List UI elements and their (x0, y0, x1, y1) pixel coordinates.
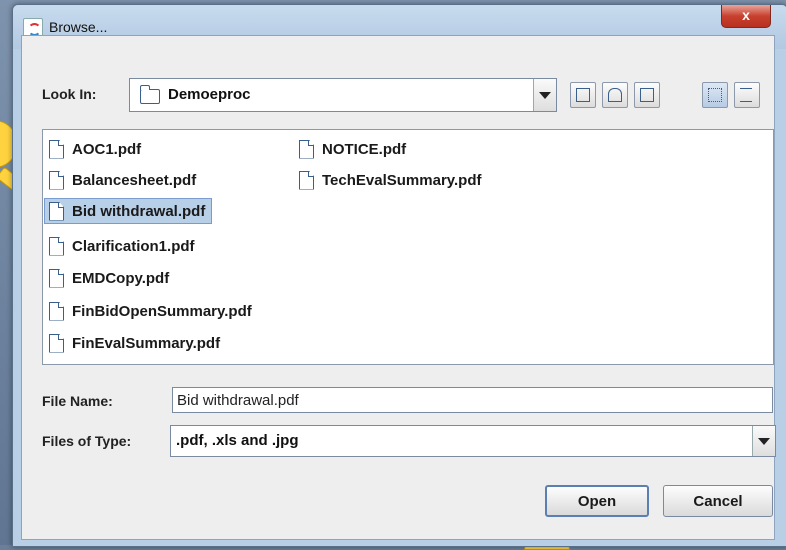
details-view-button[interactable] (734, 82, 760, 108)
look-in-combo[interactable]: Demoeproc (129, 78, 557, 112)
home-button[interactable] (602, 82, 628, 108)
file-icon (49, 301, 64, 321)
look-in-label: Look In: (42, 86, 97, 102)
list-item[interactable]: Clarification1.pdf (45, 234, 195, 258)
list-item-selected[interactable]: Bid withdrawal.pdf (44, 198, 213, 224)
file-icon (49, 236, 64, 256)
file-icon (49, 139, 64, 159)
files-of-type-value: .pdf, .xls and .jpg (176, 432, 299, 449)
file-icon (49, 170, 64, 190)
file-name-input[interactable] (172, 387, 773, 413)
browse-dialog: Browse... x Look In: Demoeproc AOC1.pdf … (12, 4, 786, 547)
open-button[interactable]: Open (545, 485, 649, 517)
list-item[interactable]: FinEvalSummary.pdf (45, 331, 220, 355)
files-of-type-combo[interactable]: .pdf, .xls and .jpg (170, 425, 776, 457)
list-item[interactable]: EMDCopy.pdf (45, 266, 169, 290)
dialog-title: Browse... (49, 19, 108, 35)
file-icon (49, 268, 64, 288)
close-button[interactable]: x (721, 5, 771, 28)
file-icon (299, 139, 314, 159)
files-of-type-label: Files of Type: (42, 433, 132, 449)
dialog-content: Look In: Demoeproc AOC1.pdf Balancesheet… (21, 35, 776, 540)
up-folder-icon (576, 88, 590, 102)
folder-icon (139, 85, 160, 104)
new-folder-button[interactable] (634, 82, 660, 108)
up-folder-button[interactable] (570, 82, 596, 108)
close-icon: x (742, 7, 750, 23)
list-item[interactable]: Balancesheet.pdf (45, 168, 196, 192)
file-icon (49, 201, 64, 221)
file-name-label: File Name: (42, 393, 113, 409)
list-item[interactable]: NOTICE.pdf (295, 137, 406, 161)
cancel-button[interactable]: Cancel (663, 485, 773, 517)
chevron-down-icon[interactable] (752, 426, 775, 456)
look-in-value: Demoeproc (168, 86, 251, 103)
list-view-icon (708, 88, 722, 102)
home-icon (608, 88, 622, 102)
chevron-down-icon[interactable] (533, 79, 556, 111)
new-folder-icon (640, 88, 654, 102)
list-view-button[interactable] (702, 82, 728, 108)
file-icon (299, 170, 314, 190)
list-item[interactable]: FinBidOpenSummary.pdf (45, 299, 252, 323)
file-list[interactable]: AOC1.pdf Balancesheet.pdf Bid withdrawal… (42, 129, 774, 365)
details-view-icon (740, 88, 752, 102)
list-item[interactable]: TechEvalSummary.pdf (295, 168, 482, 192)
file-icon (49, 333, 64, 353)
list-item[interactable]: AOC1.pdf (45, 137, 141, 161)
